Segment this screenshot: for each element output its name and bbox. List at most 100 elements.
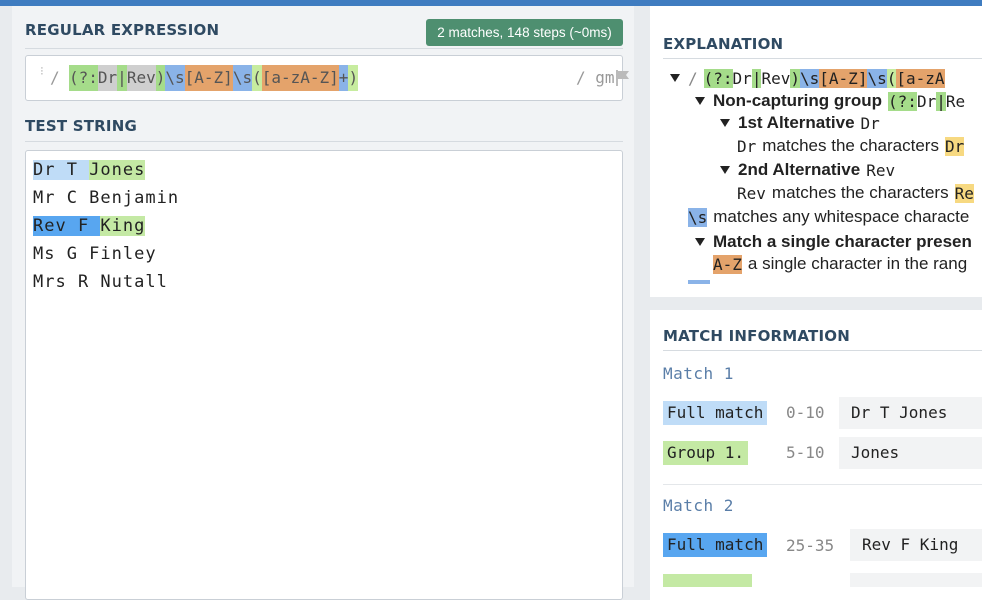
- regex-token: Dr: [732, 68, 752, 88]
- regex-input[interactable]: ⁝ / (?: Dr | Rev) \s[A-Z] \s([a-zA-Z] +) / gm: [25, 55, 629, 101]
- group-value-cutoff: [850, 573, 982, 587]
- whitespace-token: \s: [688, 207, 708, 227]
- regex-token: \s: [867, 68, 887, 88]
- match-count-badge: 2 matches, 148 steps (~0ms): [426, 19, 623, 46]
- root-delimiter: /: [688, 68, 698, 88]
- first-alternative-desc: Dr matches the characters Dr: [737, 135, 965, 157]
- group-range: 5-10: [786, 443, 825, 462]
- first-alternative-row[interactable]: 1st Alternative Dr: [720, 112, 880, 134]
- match-value[interactable]: Rev F King: [850, 529, 982, 561]
- regex-token: |: [117, 65, 127, 91]
- test-line-3: Rev F King: [33, 213, 146, 239]
- flag-icon[interactable]: [616, 70, 630, 86]
- noncapturing-group-label: Non-capturing group: [713, 91, 883, 110]
- match-label: Match 2: [663, 496, 734, 515]
- alt1-desc-text: matches the characters: [762, 136, 939, 155]
- test-string-editor[interactable]: Dr T Jones Mr C Benjamin Rev F King Ms G…: [25, 150, 623, 600]
- char-set-label: Match a single character presen: [713, 232, 972, 251]
- regex-token: ]: [223, 65, 233, 91]
- regex-token: [: [896, 68, 906, 88]
- regex-token: a-zA-Z: [271, 65, 330, 91]
- regex-token: A-Z: [194, 65, 224, 91]
- regex-title-rule: [25, 48, 623, 49]
- regex-token: (?:: [69, 65, 98, 91]
- regex-token: ): [348, 65, 359, 91]
- regex-token: +: [338, 65, 349, 91]
- match-label: Match 1: [663, 364, 734, 383]
- drag-handle-icon[interactable]: ⁝: [40, 65, 44, 84]
- regex-expression[interactable]: (?: Dr | Rev) \s[A-Z] \s([a-zA-Z] +): [69, 65, 359, 91]
- first-alternative-label: 1st Alternative: [738, 113, 855, 132]
- test-line-5: Mrs R Nutall: [33, 272, 168, 292]
- regex-token: Re: [945, 91, 966, 111]
- regex-token: (?:: [703, 68, 733, 88]
- regex-token: |: [936, 91, 946, 111]
- alt2-desc-text: matches the characters: [771, 183, 949, 202]
- regex-token: ]: [329, 65, 339, 91]
- match-info-title-rule: [663, 350, 982, 351]
- group-label-cutoff: [663, 574, 752, 587]
- panel-divider[interactable]: [634, 6, 650, 587]
- second-alternative-token: Rev: [866, 160, 896, 180]
- group-match-highlight: King: [100, 216, 146, 236]
- regex-token: [: [261, 65, 272, 91]
- test-line-2: Mr C Benjamin: [33, 188, 180, 208]
- collapse-triangle-icon[interactable]: [695, 238, 705, 246]
- collapse-triangle-icon[interactable]: [695, 97, 705, 105]
- test-title-rule: [25, 141, 623, 142]
- regex-token: \s: [232, 65, 253, 91]
- regex-token: Dr: [916, 91, 937, 111]
- group-label: Group 1.: [663, 441, 749, 465]
- alt1-desc-value: Dr: [944, 136, 965, 156]
- regex-token: [: [819, 68, 829, 88]
- explanation-title-rule: [663, 58, 982, 59]
- collapse-triangle-icon[interactable]: [720, 166, 730, 174]
- regex-token: Rev: [126, 65, 156, 91]
- alt2-desc-value: Re: [954, 183, 974, 203]
- second-alternative-label: 2nd Alternative: [738, 160, 861, 179]
- test-line-4: Ms G Finley: [33, 244, 157, 264]
- regex-token: ]: [857, 68, 868, 88]
- collapse-triangle-icon[interactable]: [670, 74, 680, 82]
- char-set-row[interactable]: Match a single character presen: [695, 231, 972, 253]
- full-match-label: Full match: [663, 401, 768, 425]
- regex-token: ): [155, 65, 166, 91]
- explanation-root-row[interactable]: / (?: Dr | Rev) \s[A-Z] \s([a-zA: [670, 67, 945, 89]
- explanation-tree: / (?: Dr | Rev) \s[A-Z] \s([a-zA Non-capturin…: [663, 64, 982, 286]
- regex-flags[interactable]: / gm: [576, 68, 615, 87]
- regex-token: [: [184, 65, 195, 91]
- range-desc: a single character in the rang: [747, 254, 968, 273]
- test-line-1: Dr T Jones: [33, 157, 146, 183]
- test-string-title: TEST STRING: [25, 117, 137, 135]
- regex-token: |: [751, 68, 762, 88]
- regex-token: (: [252, 65, 262, 91]
- group-match-highlight: Jones: [89, 160, 146, 180]
- match-value[interactable]: Dr T Jones: [839, 397, 982, 429]
- regex-token: ): [790, 68, 800, 88]
- range-token: A-Z: [713, 254, 742, 274]
- regex-token: (: [886, 68, 897, 88]
- match-separator: [663, 484, 982, 485]
- regex-token: \s: [165, 65, 185, 91]
- group-value[interactable]: Jones: [839, 437, 982, 469]
- full-match-highlight: Rev F: [33, 216, 101, 236]
- match-info-title: MATCH INFORMATION: [663, 327, 850, 345]
- collapse-triangle-icon[interactable]: [720, 119, 730, 127]
- regex-token: Rev: [761, 68, 791, 88]
- full-match-label: Full match: [663, 533, 768, 557]
- match-range: 0-10: [786, 403, 825, 422]
- regex-token: a-zA: [906, 68, 945, 88]
- regex-open-delimiter: /: [50, 68, 60, 87]
- match-range: 25-35: [786, 536, 835, 555]
- alt1-desc-token: Dr: [737, 136, 757, 156]
- explanation-title: EXPLANATION: [663, 35, 784, 53]
- regex-token: A-Z: [828, 68, 858, 88]
- range-row: A-Z a single character in the rang: [713, 253, 967, 275]
- second-alternative-desc: Rev matches the characters Re: [737, 182, 974, 204]
- regex-token: (?:: [888, 91, 917, 111]
- regex-token: \s: [800, 68, 820, 88]
- noncapturing-group-row[interactable]: Non-capturing group (?: Dr | Re: [695, 90, 965, 112]
- alt2-desc-token: Rev: [737, 183, 766, 203]
- second-alternative-row[interactable]: 2nd Alternative Rev: [720, 159, 895, 181]
- full-match-highlight: Dr T: [33, 160, 90, 180]
